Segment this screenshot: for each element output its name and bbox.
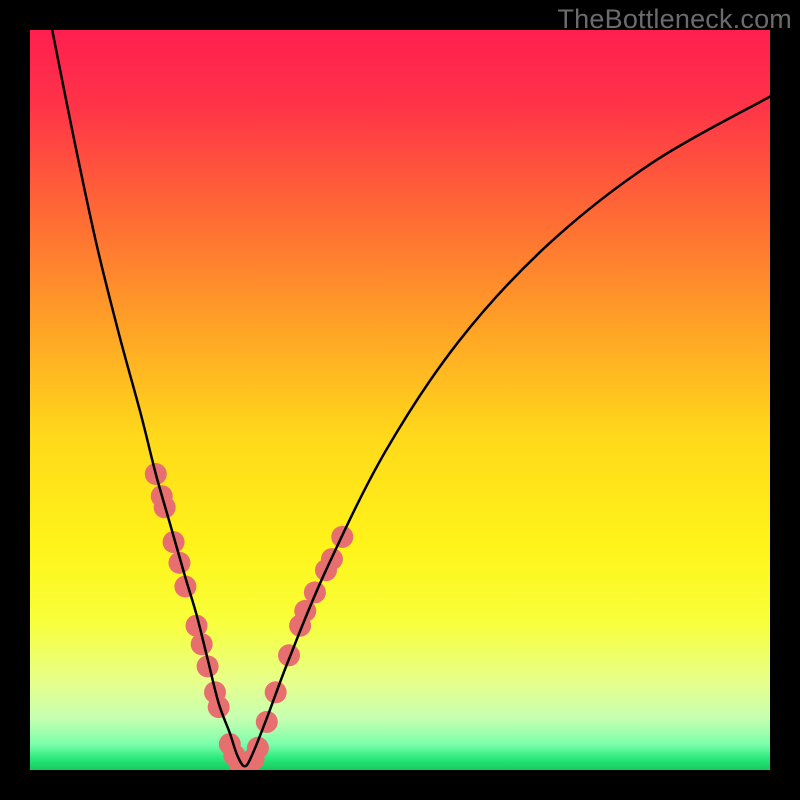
bottleneck-curve [52, 30, 770, 766]
data-markers [145, 463, 353, 770]
data-marker [278, 644, 300, 666]
watermark-text: TheBottleneck.com [557, 4, 792, 35]
plot-area [30, 30, 770, 770]
chart-frame: TheBottleneck.com [0, 0, 800, 800]
data-marker [256, 711, 278, 733]
chart-overlay [30, 30, 770, 770]
